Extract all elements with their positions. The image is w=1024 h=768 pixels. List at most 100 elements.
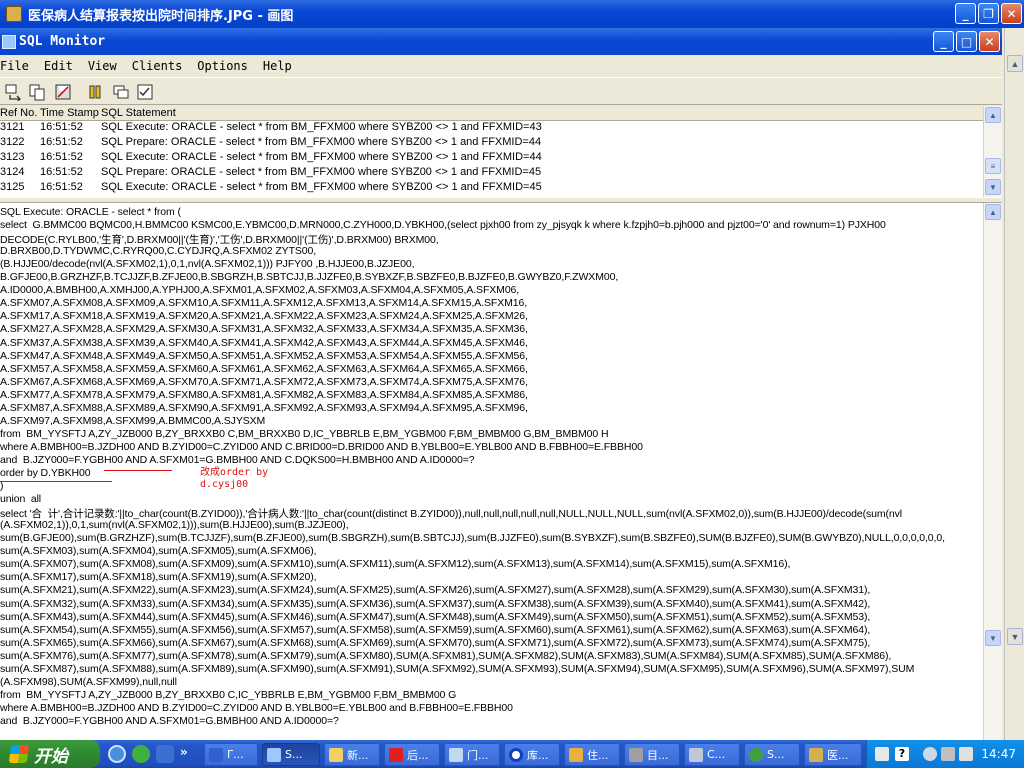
save-log-button[interactable] <box>52 81 74 103</box>
inner-close-button[interactable]: ✕ <box>979 31 1000 52</box>
task-label: 门... <box>467 748 489 762</box>
task-icon <box>629 747 643 762</box>
column-sql-statement[interactable]: SQL Statement <box>101 107 176 119</box>
volume-icon[interactable] <box>959 747 973 761</box>
taskbar-item-3[interactable]: 新... <box>324 743 380 766</box>
task-icon <box>449 747 463 762</box>
inner-maximize-button[interactable]: □ <box>956 31 977 52</box>
sql-scroll-down-icon[interactable]: ▼ <box>985 630 1001 646</box>
sql-line: union all <box>0 493 42 506</box>
taskbar-item-paint[interactable]: 医... <box>804 743 862 766</box>
red-cross-icon <box>389 747 403 762</box>
task-icon <box>689 747 703 762</box>
log-time: 16:51:52 <box>40 151 83 163</box>
sql-line: sum(B.GFJE00),sum(B.GRZHZF),sum(B.TCJJZF… <box>0 532 945 545</box>
trace-icon <box>5 84 21 101</box>
taskbar-item-sql-monitor[interactable]: S... <box>262 743 320 766</box>
column-time-stamp[interactable]: Time Stamp <box>40 107 99 119</box>
menu-file[interactable]: File <box>0 59 29 73</box>
log-statement: SQL Prepare: ORACLE - select * from BM_F… <box>101 136 542 148</box>
menu-options[interactable]: Options <box>197 59 248 73</box>
outer-scroll-up-arrow-icon[interactable]: ▲ <box>1007 55 1023 72</box>
network-icon[interactable] <box>941 747 955 761</box>
log-list[interactable]: 3121 16:51:52 SQL Execute: ORACLE - sele… <box>0 121 983 197</box>
sql-line: sum(A.SFXM32),sum(A.SFXM33),sum(A.SFXM34… <box>0 597 871 610</box>
sql-detail-pane[interactable]: SQL Execute: ORACLE - select * from (sel… <box>0 203 983 740</box>
sql-line: select G.BMMC00 BQMC00,H.BMMC00 KSMC00,E… <box>0 219 886 232</box>
sql-line: (A.SFXM02,1)),0,1,sum(nvl(A.SFXM02,1))),… <box>0 519 349 532</box>
trace-options-button[interactable] <box>2 81 24 103</box>
task-label: Γ... <box>227 748 244 761</box>
outer-minimize-button[interactable]: _ <box>955 3 976 24</box>
column-ref-no[interactable]: Ref No. <box>0 107 37 119</box>
taskbar-item-1[interactable]: Γ... <box>204 743 258 766</box>
quicklaunch-ie-icon[interactable] <box>108 745 126 763</box>
menu-help[interactable]: Help <box>263 59 292 73</box>
task-label: 后... <box>407 748 429 762</box>
quicklaunch-more-icon[interactable]: » <box>180 745 188 759</box>
outer-scroll-down-arrow-icon[interactable]: ▼ <box>1007 628 1023 645</box>
check-button[interactable] <box>134 81 156 103</box>
taskbar-item-9[interactable]: C... <box>684 743 740 766</box>
start-label: 开始 <box>34 746 68 767</box>
taskbar-item-7[interactable]: 住... <box>564 743 620 766</box>
sql-line: and B.JZY000=F.YGBH00 AND A.SFXM01=G.BMB… <box>0 453 475 466</box>
task-label: 新... <box>347 748 369 762</box>
keyboard-icon[interactable] <box>875 747 889 761</box>
tray-arrow-icon[interactable] <box>923 747 937 761</box>
help-icon[interactable]: ? <box>895 747 909 761</box>
checklist-icon <box>137 84 153 100</box>
menu-view[interactable]: View <box>88 59 117 73</box>
log-list-header: Ref No. Time Stamp SQL Statement <box>0 106 983 121</box>
sql-monitor-titlebar: SQL Monitor _ □ ✕ <box>0 28 1002 55</box>
log-ref: 3123 <box>0 151 25 163</box>
pause-icon <box>89 85 101 99</box>
outer-vertical-scrollbar[interactable]: ▲ ▼ <box>1004 28 1024 740</box>
annotation-line-1: 改成order by <box>200 467 269 478</box>
task-label: 目... <box>647 748 669 762</box>
sql-line: sum(A.SFXM76),sum(A.SFXM77),sum(A.SFXM78… <box>0 649 892 662</box>
taskbar-item-8[interactable]: 目... <box>624 743 680 766</box>
sql-line: where A.BMBH00=B.JZDH00 AND B.ZYID00=C.Z… <box>0 701 513 714</box>
sql-pane-scrollbar[interactable]: ▲ ▼ <box>983 203 1002 740</box>
taskbar-item-5[interactable]: 门... <box>444 743 500 766</box>
copy-button[interactable] <box>26 81 48 103</box>
sql-line: select '合 计',合计记录数:'||to_char(count(B.ZY… <box>0 508 903 521</box>
pause-button[interactable] <box>84 81 106 103</box>
folder-icon <box>329 747 343 762</box>
sql-line: sum(A.SFXM17),sum(A.SFXM18),sum(A.SFXM19… <box>0 571 317 584</box>
outer-close-button[interactable]: ✕ <box>1001 3 1022 24</box>
log-list-scrollbar[interactable]: ▲ ≡ ▼ <box>983 106 1002 197</box>
task-icon <box>209 747 223 762</box>
log-statement: SQL Execute: ORACLE - select * from BM_F… <box>101 181 542 193</box>
sql-scroll-up-icon[interactable]: ▲ <box>985 204 1001 220</box>
sql-line: order by D.YBKH00 <box>0 467 91 479</box>
quicklaunch-desktop-icon[interactable] <box>156 745 174 763</box>
log-scroll-up-icon[interactable]: ▲ <box>985 107 1001 123</box>
menu-edit[interactable]: Edit <box>44 59 73 73</box>
start-button[interactable]: 开始 <box>0 740 100 768</box>
taskbar-item-10[interactable]: S... <box>744 743 800 766</box>
clock: 14:47 <box>981 747 1016 761</box>
menu-clients[interactable]: Clients <box>132 59 183 73</box>
annotation-line-2: d.cysj00 <box>200 479 249 490</box>
quicklaunch-browser-icon[interactable] <box>132 745 150 763</box>
log-time: 16:51:52 <box>40 166 83 178</box>
inner-minimize-button[interactable]: _ <box>933 31 954 52</box>
windows-flag-icon <box>8 745 30 763</box>
sql-monitor-title: SQL Monitor <box>19 34 106 49</box>
sql-line: A.SFXM67,A.SFXM68,A.SFXM69,A.SFXM70,A.SF… <box>0 375 528 388</box>
log-time: 16:51:52 <box>40 136 83 148</box>
outer-window-title: 医保病人结算报表按出院时间排序.JPG - 画图 <box>28 8 294 24</box>
sql-monitor-app-icon <box>2 34 16 49</box>
outer-restore-button[interactable]: ❐ <box>978 3 999 24</box>
log-scroll-thumb[interactable]: ≡ <box>985 158 1001 174</box>
sql-line: A.SFXM57,A.SFXM58,A.SFXM59,A.SFXM60,A.SF… <box>0 362 528 375</box>
taskbar-item-4[interactable]: 后... <box>384 743 440 766</box>
taskbar-item-6[interactable]: 库... <box>504 743 560 766</box>
task-icon <box>267 747 281 762</box>
window-button[interactable] <box>110 81 132 103</box>
copy-icon <box>29 84 45 101</box>
log-scroll-down-icon[interactable]: ▼ <box>985 179 1001 195</box>
globe-icon <box>749 747 763 762</box>
